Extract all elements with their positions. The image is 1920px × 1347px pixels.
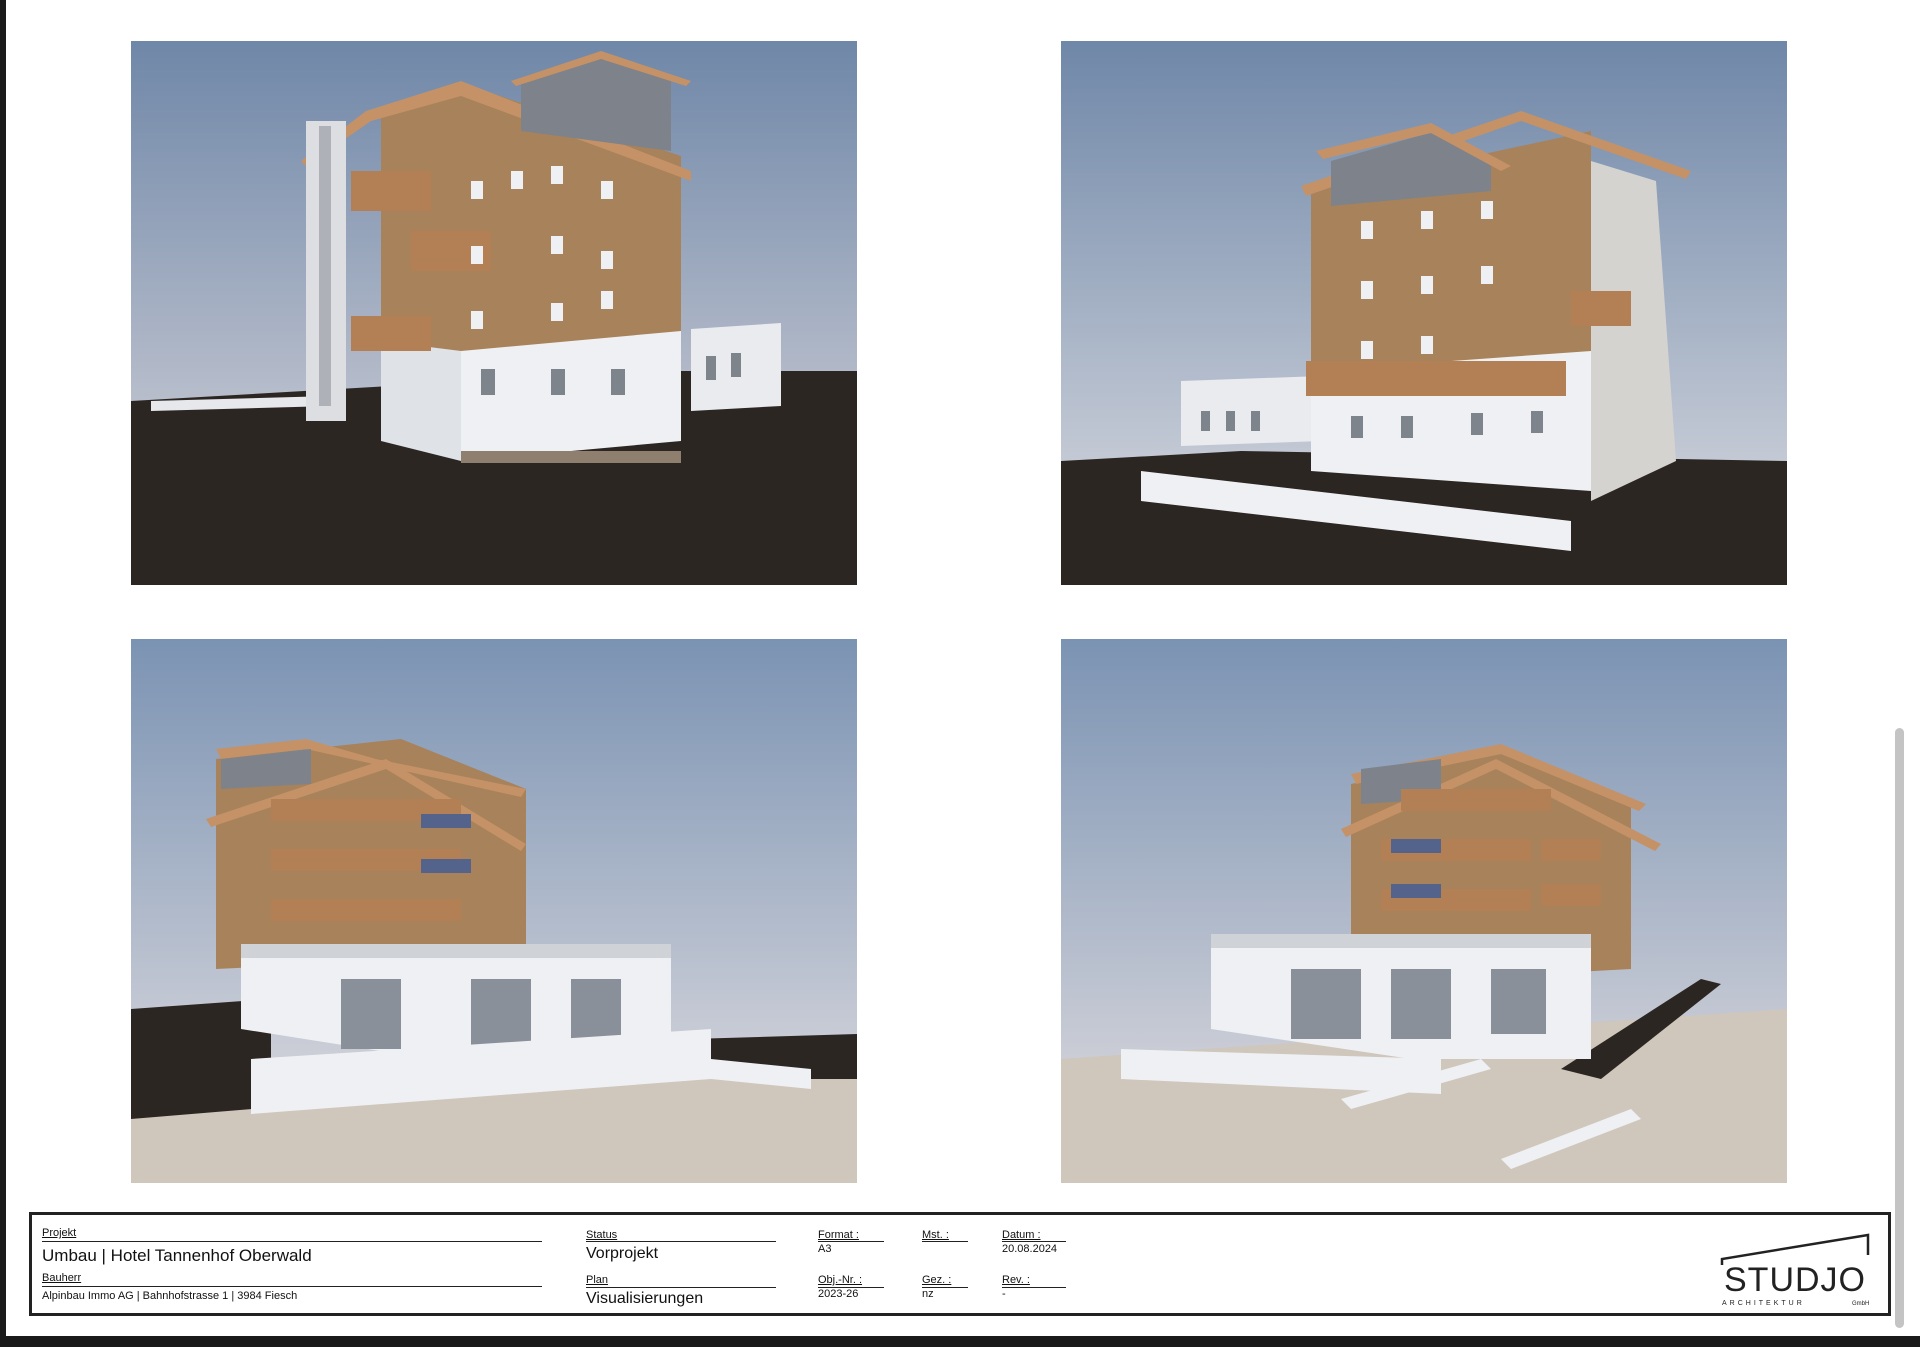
- status-label: Status: [586, 1229, 618, 1241]
- rev-value: -: [1002, 1288, 1006, 1300]
- format-label: Format :: [818, 1229, 859, 1241]
- render-view-4: [1061, 639, 1787, 1183]
- rev-label: Rev. :: [1002, 1274, 1030, 1286]
- objnr-label: Obj.-Nr. :: [818, 1274, 863, 1286]
- logo-suffix: GmbH: [1852, 1301, 1869, 1307]
- projekt-label: Projekt: [42, 1227, 77, 1239]
- viewer-frame-left: [0, 0, 6, 1347]
- bauherr-value: Alpinbau Immo AG | Bahnhofstrasse 1 | 39…: [42, 1290, 298, 1302]
- datum-label: Datum :: [1002, 1229, 1041, 1241]
- scrollbar-thumb[interactable]: [1895, 728, 1904, 1328]
- render-view-3: [131, 639, 857, 1183]
- logo-wordmark: STUDJO: [1724, 1261, 1866, 1299]
- bauherr-label: Bauherr: [42, 1272, 82, 1284]
- render-view-2: [1061, 41, 1787, 585]
- plan-value: Visualisierungen: [586, 1290, 704, 1307]
- plan-label: Plan: [586, 1274, 609, 1286]
- format-value: A3: [818, 1243, 832, 1255]
- studjo-logo: STUDJO ARCHITEKTUR GmbH: [1718, 1225, 1878, 1307]
- objnr-value: 2023-26: [818, 1288, 859, 1300]
- status-value: Vorprojekt: [586, 1245, 659, 1262]
- gez-label: Gez. :: [922, 1274, 952, 1286]
- gez-value: nz: [922, 1288, 934, 1300]
- projekt-value: Umbau | Hotel Tannenhof Oberwald: [42, 1246, 312, 1265]
- viewer-frame-bottom: [0, 1336, 1920, 1347]
- datum-value: 20.08.2024: [1002, 1243, 1058, 1255]
- title-block: Projekt Umbau | Hotel Tannenhof Oberwald…: [29, 1212, 1891, 1316]
- mst-label: Mst. :: [922, 1229, 949, 1241]
- render-view-1: [131, 41, 857, 585]
- logo-subtitle: ARCHITEKTUR: [1722, 1300, 1805, 1307]
